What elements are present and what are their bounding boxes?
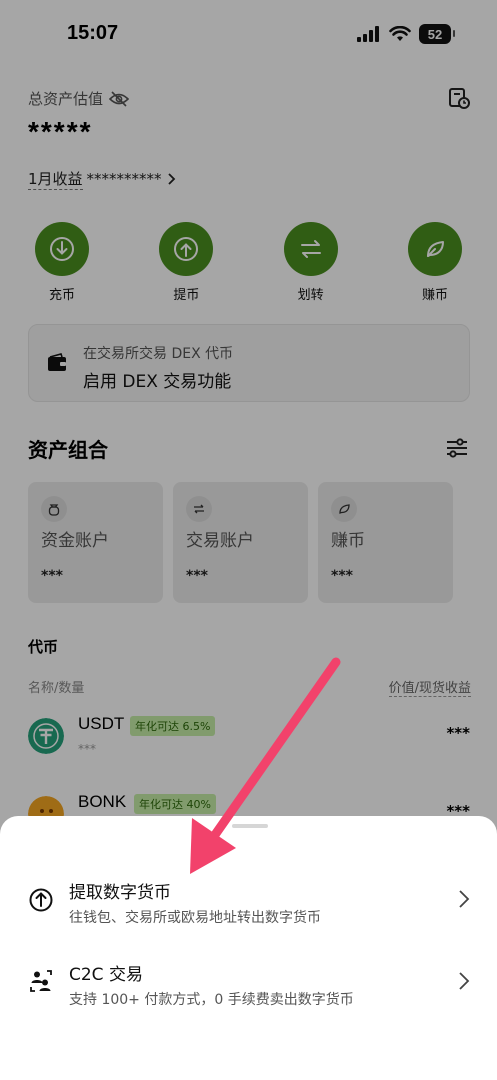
withdraw-crypto-option[interactable]: 提取数字货币 往钱包、交易所或欧易地址转出数字货币 xyxy=(0,866,497,940)
sheet-grabber[interactable] xyxy=(232,824,268,828)
c2c-trade-subtitle: 支持 100+ 付款方式，0 手续费卖出数字货币 xyxy=(69,992,354,1008)
c2c-users-icon xyxy=(30,970,52,992)
c2c-trade-option[interactable]: C2C 交易 支持 100+ 付款方式，0 手续费卖出数字货币 xyxy=(0,948,497,1022)
withdraw-options-sheet: 提取数字货币 往钱包、交易所或欧易地址转出数字货币 C2C 交易 支持 100+… xyxy=(0,816,497,1080)
chevron-right-icon xyxy=(459,890,470,908)
wallet-page: 15:07 52 总资产估值 ***** 1月收益 ********** 充币 … xyxy=(0,0,497,1080)
withdraw-crypto-icon xyxy=(29,888,53,912)
chevron-right-icon xyxy=(459,972,470,990)
withdraw-crypto-subtitle: 往钱包、交易所或欧易地址转出数字货币 xyxy=(69,910,321,926)
withdraw-crypto-title: 提取数字货币 xyxy=(69,883,171,903)
c2c-trade-title: C2C 交易 xyxy=(69,965,143,985)
